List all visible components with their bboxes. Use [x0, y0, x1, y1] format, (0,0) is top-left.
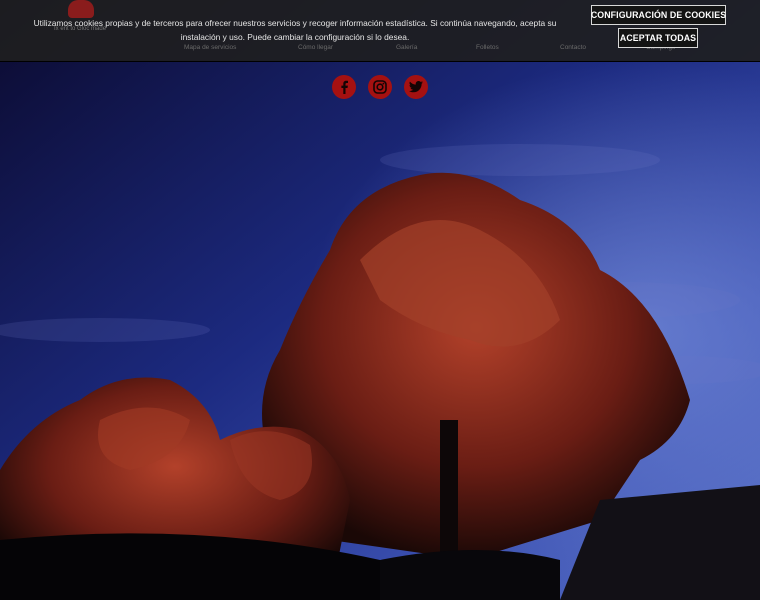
instagram-link[interactable] [368, 75, 392, 99]
instagram-icon [373, 80, 387, 94]
cookie-config-button[interactable]: CONFIGURACIÓN DE COOKIES [591, 5, 726, 25]
twitter-icon [409, 81, 423, 93]
facebook-icon [341, 80, 348, 94]
nav-item-contacto[interactable]: Contacto [560, 44, 586, 51]
nav-item-folletos[interactable]: Folletos [476, 44, 499, 51]
nav-item-mapa-servicios[interactable]: Mapa de servicios [184, 44, 236, 51]
cookie-message-line-2: instalación y uso. Puede cambiar la conf… [180, 32, 410, 42]
nav-item-como-llegar[interactable]: Cómo llegar [298, 44, 333, 51]
nav-item-galeria[interactable]: Galería [396, 44, 417, 51]
cookie-accept-all-button[interactable]: ACEPTAR TODAS [618, 28, 698, 48]
cookie-banner-message: Utilizamos cookies propias y de terceros… [20, 16, 570, 44]
twitter-link[interactable] [404, 75, 428, 99]
facebook-link[interactable] [332, 75, 356, 99]
cookie-message-line-1: Utilizamos cookies propias y de terceros… [33, 18, 557, 28]
